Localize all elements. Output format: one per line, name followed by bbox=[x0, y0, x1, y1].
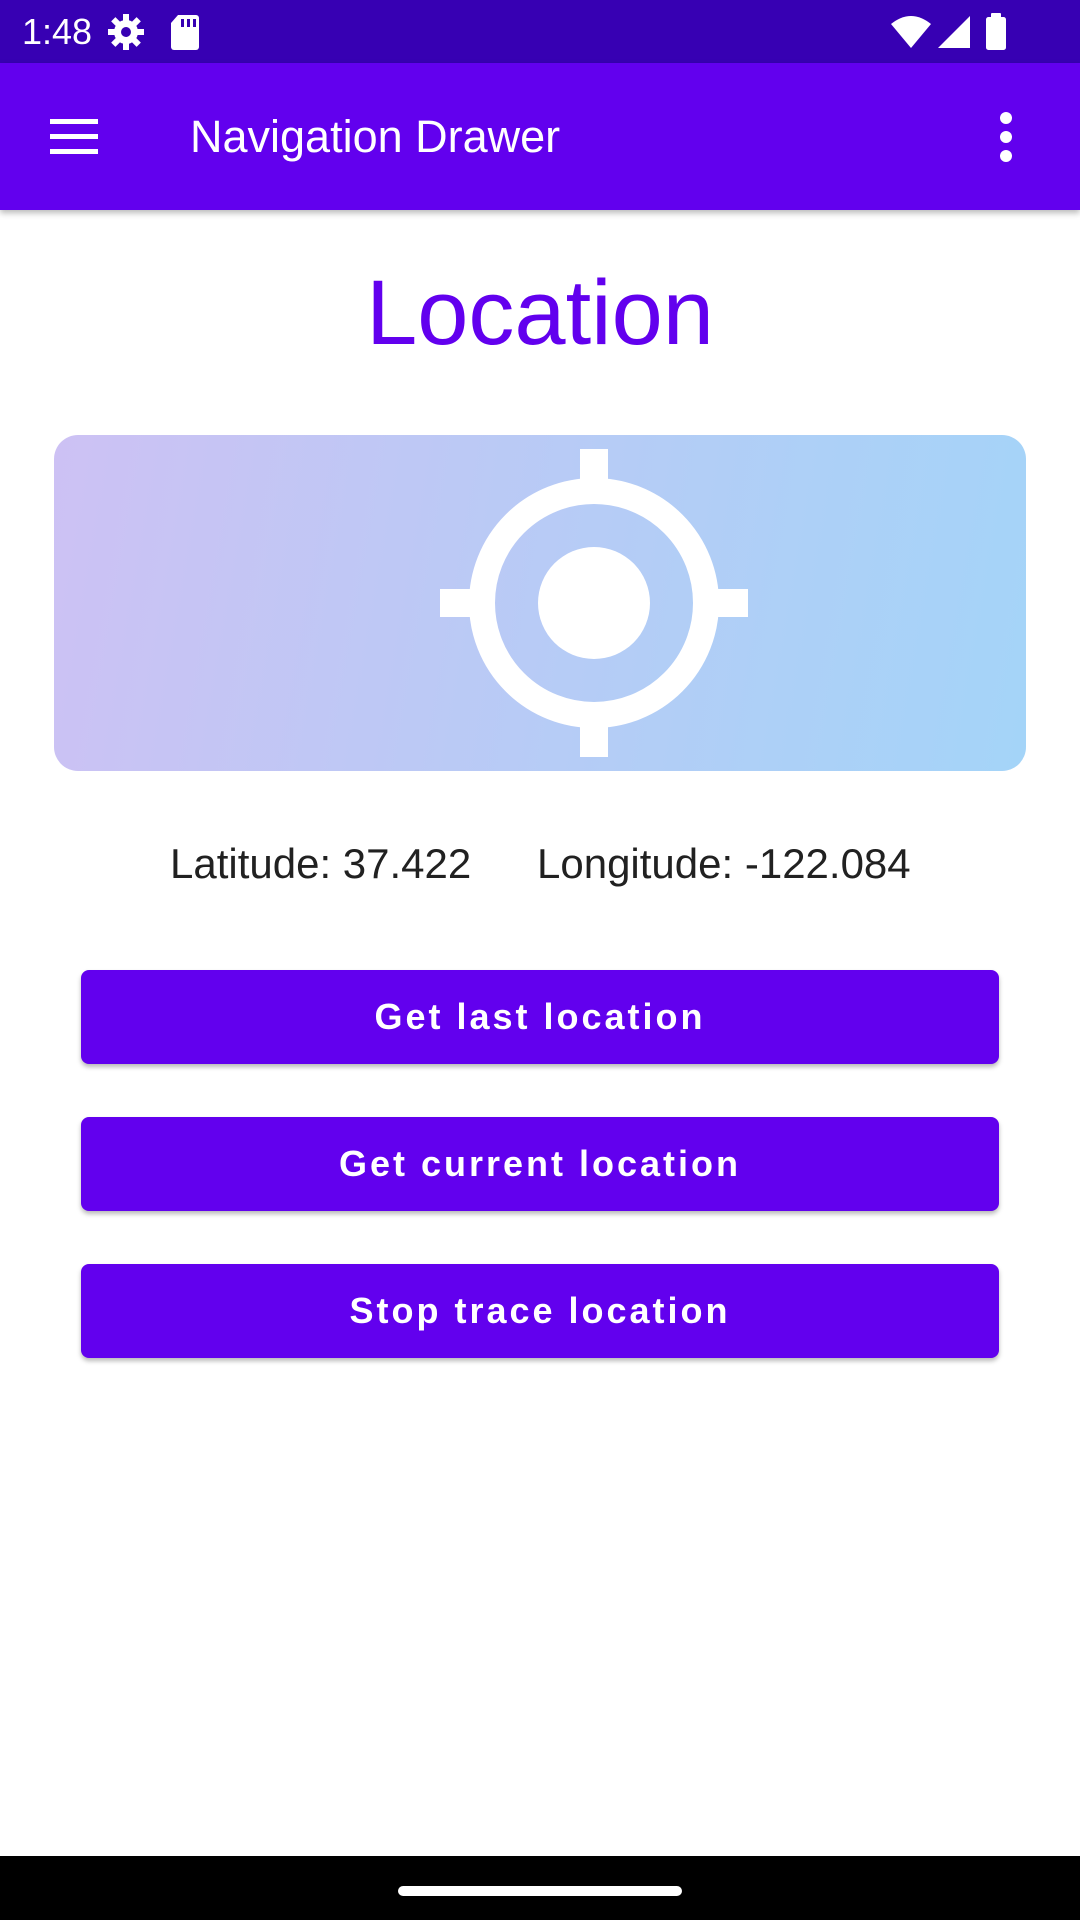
location-card bbox=[54, 435, 1026, 771]
hamburger-menu-icon[interactable] bbox=[32, 95, 116, 179]
battery-icon bbox=[984, 12, 1008, 52]
longitude-text: Longitude: -122.084 bbox=[537, 840, 911, 887]
settings-gear-icon bbox=[106, 12, 146, 52]
cell-signal-icon bbox=[936, 12, 972, 52]
app-bar-title: Navigation Drawer bbox=[190, 111, 561, 162]
screen: 1:48 Navigation Drawer Location Latitude… bbox=[0, 0, 1080, 1920]
overflow-menu-icon[interactable] bbox=[976, 95, 1036, 179]
home-gesture-handle[interactable] bbox=[398, 1886, 682, 1896]
status-time: 1:48 bbox=[22, 11, 93, 52]
gps-crosshair-icon bbox=[440, 449, 748, 757]
app-bar: Navigation Drawer bbox=[0, 63, 1080, 210]
status-bar: 1:48 bbox=[0, 0, 1080, 63]
get-current-location-button[interactable]: Get current location bbox=[81, 1117, 999, 1211]
page-title: Location bbox=[366, 262, 714, 364]
system-navigation-bar bbox=[0, 1856, 1080, 1920]
wifi-icon bbox=[890, 12, 932, 52]
stop-trace-location-button[interactable]: Stop trace location bbox=[81, 1264, 999, 1358]
latitude-text: Latitude: 37.422 bbox=[170, 840, 472, 887]
get-last-location-button[interactable]: Get last location bbox=[81, 970, 999, 1064]
sd-card-icon bbox=[168, 12, 202, 52]
coordinates-row: Latitude: 37.422 Longitude: -122.084 bbox=[0, 838, 1080, 894]
